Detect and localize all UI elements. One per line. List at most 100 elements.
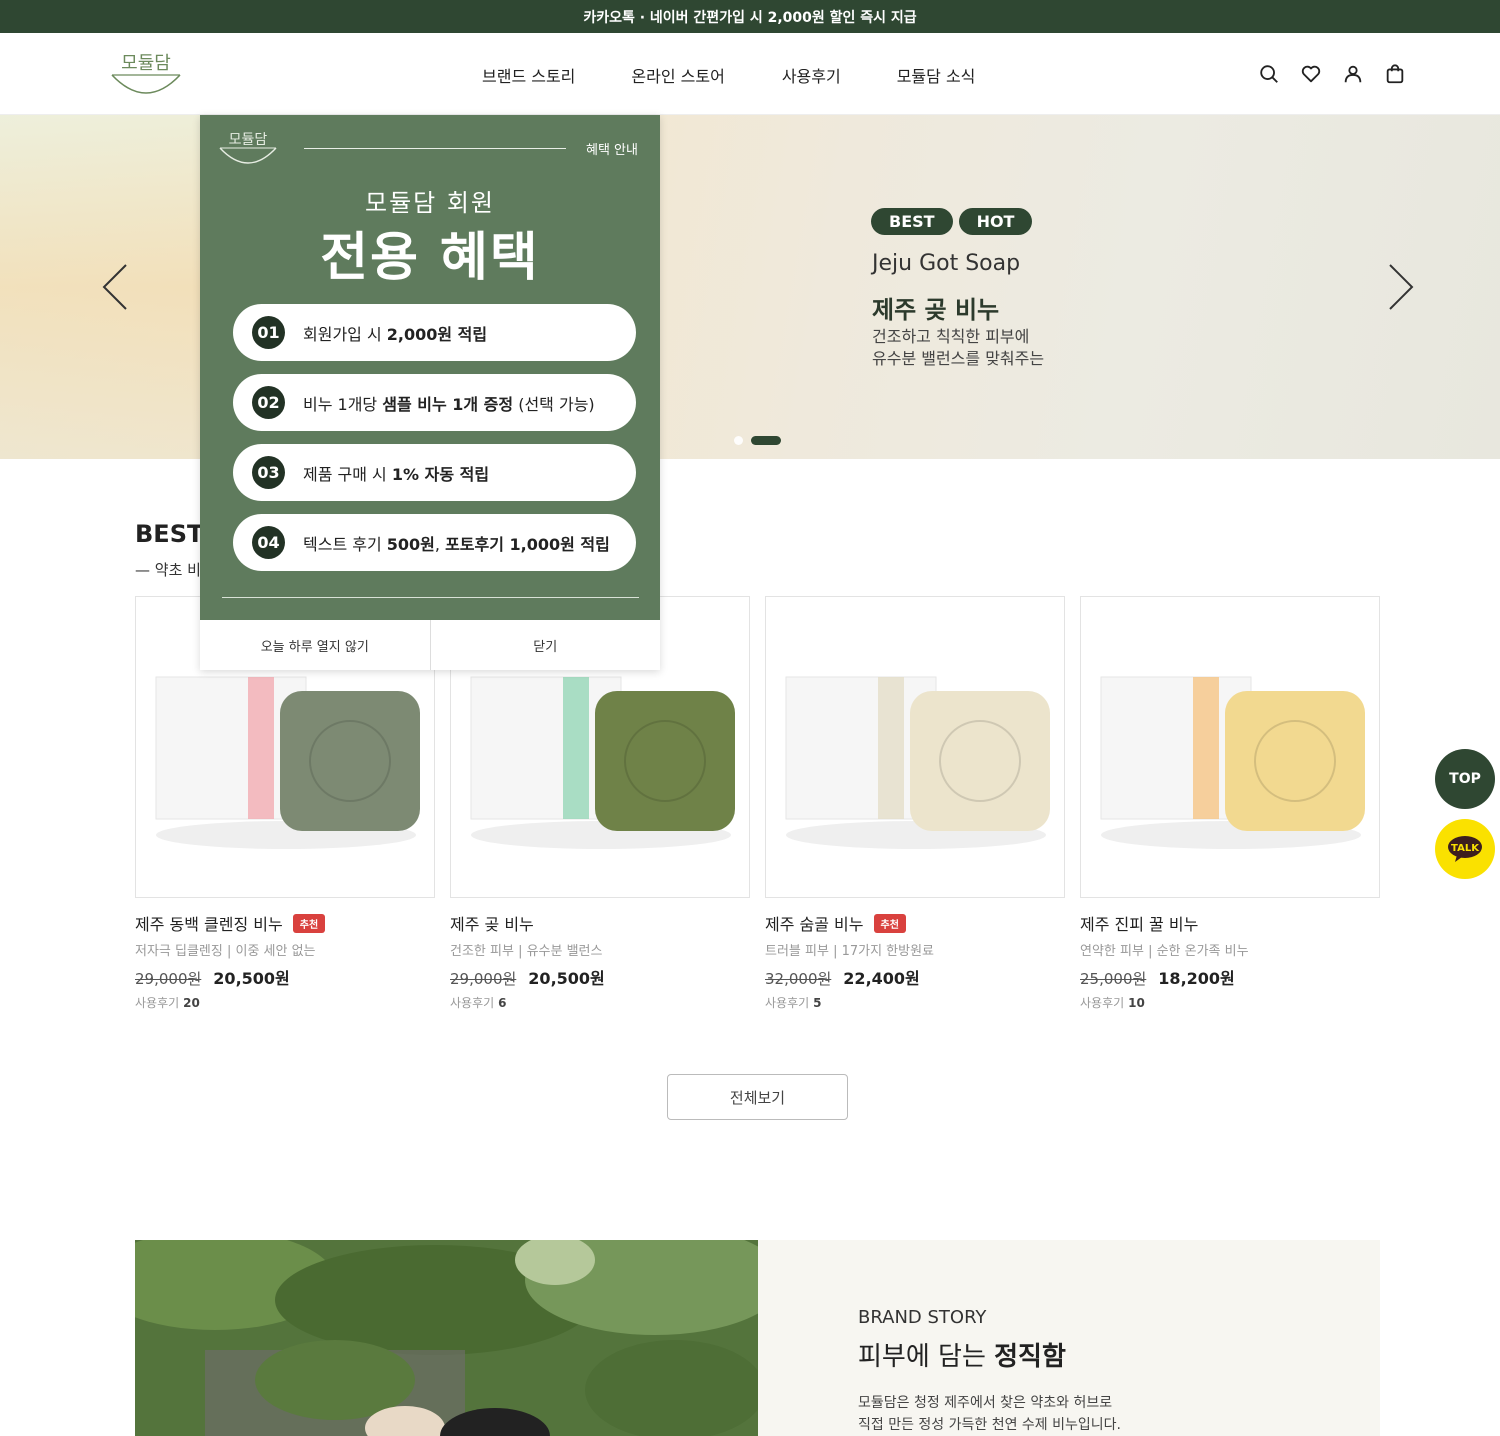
benefit-number: 03 <box>252 456 285 489</box>
popup-footer: 오늘 하루 열지 않기 닫기 <box>200 620 660 670</box>
search-icon[interactable] <box>1258 63 1280 85</box>
benefit-text: 텍스트 후기 500원, 포토후기 1,000원 적립 <box>303 534 610 554</box>
review-label: 사용후기 <box>1080 996 1125 1010</box>
hero-badges: BEST HOT <box>871 208 1033 235</box>
hero-description: 건조하고 칙칙한 피부에 유수분 밸런스를 맞춰주는 <box>872 326 1132 370</box>
review-count-row: 사용후기 10 <box>1080 994 1380 1011</box>
review-count: 5 <box>813 996 822 1010</box>
product-name-row: 제주 진피 꿀 비누 <box>1080 911 1380 935</box>
best-section-subtitle: — 약초 비 <box>135 561 201 579</box>
svg-text:모듈담: 모듈담 <box>229 132 268 148</box>
popup-divider <box>304 148 566 149</box>
benefit-item-1: 01 회원가입 시 2,000원 적립 <box>233 304 636 361</box>
hero-desc-line: 유수분 밸런스를 맞춰주는 <box>872 349 1045 368</box>
popup-benefit-label: 혜택 안내 <box>586 143 638 158</box>
review-count-row: 사용후기 20 <box>135 994 435 1011</box>
brand-story-title: 피부에 담는 정직함 <box>858 1336 1066 1373</box>
heart-icon[interactable] <box>1300 63 1322 85</box>
product-description: 저자극 딥클렌징 | 이중 세안 없는 <box>135 944 316 959</box>
cart-icon[interactable] <box>1384 63 1406 85</box>
brand-story-panel: BRAND STORY 피부에 담는 정직함 모듈담은 청정 제주에서 찾은 약… <box>758 1240 1380 1436</box>
review-count: 20 <box>183 996 200 1010</box>
view-all-button[interactable]: 전체보기 <box>667 1074 848 1120</box>
sale-price: 18,200원 <box>1158 969 1235 988</box>
brand-logo[interactable]: 모듈담 <box>110 49 182 97</box>
product-name-row: 제주 숨골 비누 추천 <box>765 911 1065 935</box>
announcement-text: 카카오톡 · 네이버 간편가입 시 2,000원 할인 즉시 지급 <box>583 9 917 26</box>
popup-title: 전용 혜택 <box>320 228 540 288</box>
hot-badge: HOT <box>958 208 1033 235</box>
benefit-number: 02 <box>252 386 285 419</box>
product-description: 트러블 피부 | 17가지 한방원료 <box>765 944 935 959</box>
benefit-item-3: 03 제품 구매 시 1% 자동 적립 <box>233 444 636 501</box>
review-count-row: 사용후기 5 <box>765 994 1065 1011</box>
sale-price: 22,400원 <box>843 969 920 988</box>
product-image[interactable] <box>1080 596 1380 898</box>
brand-desc-line: 직접 만든 정성 가득한 천연 수제 비누입니다. <box>858 1417 1121 1433</box>
popup-subtitle: 모듈담 회원 <box>364 189 496 217</box>
dont-show-today-button[interactable]: 오늘 하루 열지 않기 <box>200 620 431 670</box>
product-card[interactable]: 제주 진피 꿀 비누 연약한 피부 | 순한 온가족 비누 25,000원 18,20… <box>1080 596 1380 1011</box>
user-icon[interactable] <box>1342 63 1364 85</box>
slider-dots <box>734 436 781 445</box>
soap-product-image <box>766 597 1064 897</box>
best-section-title: BEST <box>135 520 204 548</box>
product-price-row: 29,000원 20,500원 <box>135 965 435 989</box>
announcement-bar: 카카오톡 · 네이버 간편가입 시 2,000원 할인 즉시 지급 <box>0 0 1500 33</box>
recommended-badge: 추천 <box>873 913 906 933</box>
brand-title-bold: 정직함 <box>994 1342 1066 1372</box>
brand-title-normal: 피부에 담는 <box>858 1342 995 1372</box>
kakao-talk-icon: TALK <box>1448 836 1482 862</box>
product-name[interactable]: 제주 곶 비누 <box>450 911 534 935</box>
popup-body: 모듈담 혜택 안내 모듈담 회원 전용 혜택 01 회원가입 시 2,000원 … <box>200 115 660 620</box>
benefit-number: 01 <box>252 316 285 349</box>
original-price: 32,000원 <box>765 970 832 988</box>
benefit-text: 제품 구매 시 1% 자동 적립 <box>303 464 490 484</box>
slider-dot-1[interactable] <box>734 436 743 445</box>
site-header: 모듈담 브랜드 스토리 온라인 스토어 사용후기 모듈담 소식 <box>0 33 1500 115</box>
product-name[interactable]: 제주 동백 클렌징 비누 <box>135 911 283 935</box>
product-name[interactable]: 제주 진피 꿀 비누 <box>1080 911 1198 935</box>
nav-brand-story[interactable]: 브랜드 스토리 <box>482 63 575 87</box>
product-description: 건조한 피부 | 유수분 밸런스 <box>450 944 603 959</box>
original-price: 29,000원 <box>135 970 202 988</box>
nav-news[interactable]: 모듈담 소식 <box>897 63 976 87</box>
best-badge: BEST <box>871 208 953 235</box>
benefit-text: 비누 1개당 샘플 비누 1개 증정 (선택 가능) <box>303 394 595 414</box>
review-label: 사용후기 <box>450 996 495 1010</box>
kakao-talk-button[interactable]: TALK <box>1435 819 1495 879</box>
review-label: 사용후기 <box>135 996 180 1010</box>
hero-title-en: Jeju Got Soap <box>872 251 1021 276</box>
review-label: 사용후기 <box>765 996 810 1010</box>
hero-desc-line: 건조하고 칙칙한 피부에 <box>872 327 1030 346</box>
chevron-left-icon[interactable] <box>100 263 130 311</box>
header-icons <box>1258 63 1406 85</box>
hero-title-ko: 제주 곶 비누 <box>872 296 1000 324</box>
member-benefit-popup: 모듈담 혜택 안내 모듈담 회원 전용 혜택 01 회원가입 시 2,000원 … <box>200 115 660 670</box>
original-price: 25,000원 <box>1080 970 1147 988</box>
brand-story-photo <box>135 1240 758 1436</box>
original-price: 29,000원 <box>450 970 517 988</box>
product-price-row: 32,000원 22,400원 <box>765 965 1065 989</box>
nav-online-store[interactable]: 온라인 스토어 <box>631 63 724 87</box>
close-popup-button[interactable]: 닫기 <box>431 620 661 670</box>
svg-text:모듈담: 모듈담 <box>121 53 171 74</box>
product-price-row: 29,000원 20,500원 <box>450 965 750 989</box>
soap-product-image <box>1081 597 1379 897</box>
slider-dot-2[interactable] <box>751 436 781 445</box>
review-count: 6 <box>498 996 507 1010</box>
nav-reviews[interactable]: 사용후기 <box>782 63 841 87</box>
chevron-right-icon[interactable] <box>1386 263 1416 311</box>
benefit-item-2: 02 비누 1개당 샘플 비누 1개 증정 (선택 가능) <box>233 374 636 431</box>
product-image[interactable] <box>765 596 1065 898</box>
product-name[interactable]: 제주 숨골 비누 <box>765 911 864 935</box>
benefit-number: 04 <box>252 526 285 559</box>
sale-price: 20,500원 <box>528 969 605 988</box>
sale-price: 20,500원 <box>213 969 290 988</box>
product-name-row: 제주 동백 클렌징 비누 추천 <box>135 911 435 935</box>
scroll-top-button[interactable]: TOP <box>1435 749 1495 809</box>
review-count: 10 <box>1128 996 1145 1010</box>
product-price-row: 25,000원 18,200원 <box>1080 965 1380 989</box>
product-name-row: 제주 곶 비누 <box>450 911 750 935</box>
product-card[interactable]: 제주 숨골 비누 추천트러블 피부 | 17가지 한방원료 32,000원 22,40… <box>765 596 1065 1011</box>
